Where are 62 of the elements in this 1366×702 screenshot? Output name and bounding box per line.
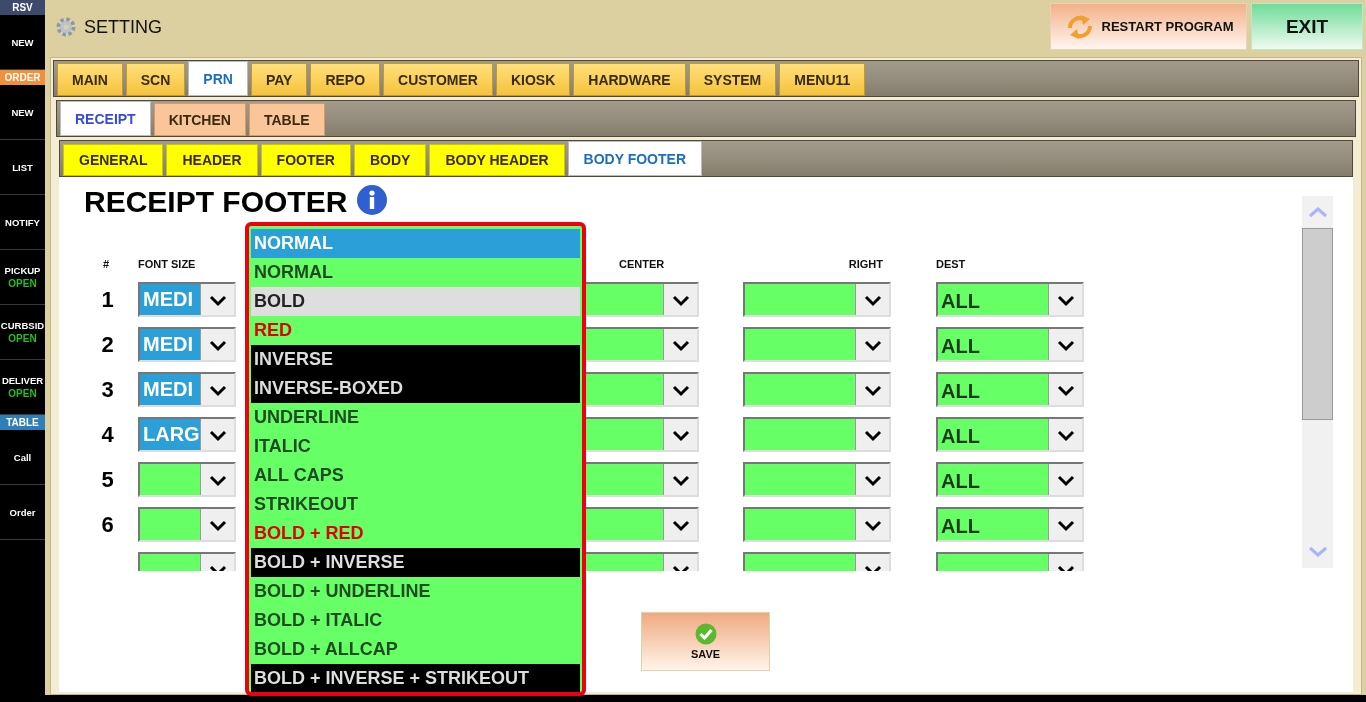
right-dropdown[interactable] xyxy=(743,327,891,362)
column-header: DEST xyxy=(936,258,967,270)
right-dropdown[interactable] xyxy=(743,417,891,452)
tab[interactable]: TABLE xyxy=(248,103,325,136)
right-dropdown[interactable] xyxy=(743,372,891,407)
tab[interactable]: PRN xyxy=(188,61,248,96)
tab[interactable]: HEADER xyxy=(166,144,258,176)
exit-button[interactable]: EXIT xyxy=(1251,3,1363,50)
tab[interactable]: HARDWARE xyxy=(573,63,686,96)
row-number: 2 xyxy=(100,331,115,358)
tab[interactable]: MENU11 xyxy=(779,63,866,96)
tab[interactable]: BODY HEADER xyxy=(429,144,565,176)
tab[interactable]: BODY xyxy=(353,144,427,176)
destination-dropdown[interactable]: ALL xyxy=(936,372,1084,407)
row-number: 3 xyxy=(100,376,115,403)
tab[interactable]: CUSTOMER xyxy=(383,63,493,96)
tab[interactable]: SYSTEM xyxy=(688,63,777,96)
tab[interactable]: BODY FOOTER xyxy=(567,141,702,176)
destination-dropdown[interactable]: ALL xyxy=(936,507,1084,542)
section-header: TABLE xyxy=(0,415,45,430)
scrollbar-thumb[interactable] xyxy=(1302,228,1333,420)
tab[interactable]: KIOSK xyxy=(495,63,571,96)
section-title: RECEIPT FOOTER xyxy=(84,185,348,219)
row-number: 1 xyxy=(100,286,115,313)
dropdown-option[interactable]: INVERSE-BOXED xyxy=(251,374,580,403)
tab[interactable]: SCN xyxy=(125,63,186,96)
tab[interactable]: KITCHEN xyxy=(153,103,246,136)
column-header: # xyxy=(102,258,111,270)
dropdown-option[interactable]: BOLD + INVERSE + STRIKEOUT xyxy=(251,664,580,692)
column-header: CENTER xyxy=(618,258,666,270)
destination-dropdown[interactable]: ALL xyxy=(936,327,1084,362)
tab[interactable]: RECEIPT xyxy=(60,101,151,136)
info-icon xyxy=(357,185,388,215)
scrollbar[interactable] xyxy=(1302,196,1333,568)
check-icon xyxy=(694,623,717,645)
row-number: 5 xyxy=(100,466,115,493)
tab[interactable]: REPO xyxy=(310,63,381,96)
tab[interactable]: MAIN xyxy=(57,63,123,96)
destination-dropdown[interactable]: ALL xyxy=(936,462,1084,497)
tab[interactable]: FOOTER xyxy=(260,144,351,176)
restart-button[interactable]: RESTART PROGRAM xyxy=(1050,3,1247,50)
window-title: SETTING xyxy=(84,17,162,38)
row-number: 4 xyxy=(100,421,115,448)
right-dropdown[interactable] xyxy=(743,507,891,542)
tab[interactable]: PAY xyxy=(250,63,308,96)
dropdown-option[interactable]: BOLD + INVERSE xyxy=(251,548,580,577)
section-header: ORDER xyxy=(0,70,45,85)
column-header: FONT SIZE xyxy=(138,258,197,270)
dropdown-option[interactable]: BOLD xyxy=(251,287,580,316)
column-header: RIGHT xyxy=(848,258,884,270)
right-dropdown[interactable] xyxy=(743,462,891,497)
section-header: RSV xyxy=(0,0,45,15)
save-button[interactable]: SAVE xyxy=(641,612,770,671)
destination-dropdown[interactable]: ALL xyxy=(936,417,1084,452)
tab[interactable]: GENERAL xyxy=(63,144,164,176)
destination-dropdown[interactable]: ALL xyxy=(936,282,1084,317)
row-number: 6 xyxy=(100,511,115,538)
dropdown-option[interactable]: INVERSE xyxy=(251,345,580,374)
font-size-dropdown[interactable] xyxy=(138,507,236,542)
right-dropdown[interactable] xyxy=(743,282,891,317)
font-size-dropdown[interactable] xyxy=(138,462,236,497)
gear-icon xyxy=(54,15,78,39)
